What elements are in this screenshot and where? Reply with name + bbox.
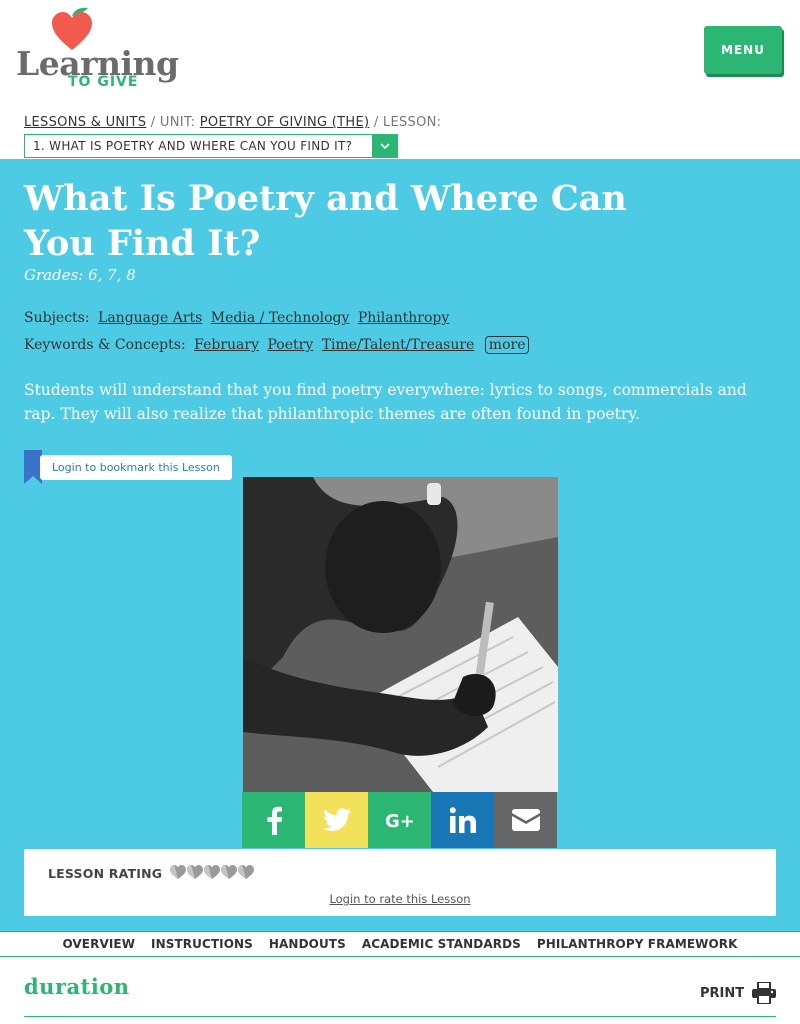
page-title: What Is Poetry and Where Can You Find It…: [24, 178, 627, 264]
subjects-row: Subjects: Language Arts Media / Technolo…: [24, 310, 449, 326]
subject-link-media-technology[interactable]: Media / Technology: [211, 310, 350, 326]
svg-text:G+: G+: [385, 811, 415, 830]
lesson-rating-label: LESSON RATING: [48, 866, 163, 881]
heart-icon: [187, 865, 203, 879]
breadcrumb-separator: / UNIT:: [146, 115, 200, 130]
keyword-link-february[interactable]: February: [194, 337, 259, 353]
heart-icon: [221, 865, 237, 879]
google-plus-icon: G+: [385, 811, 415, 830]
more-keywords-button[interactable]: more: [484, 336, 530, 354]
twitter-icon: [322, 808, 351, 831]
breadcrumb-unit-link[interactable]: POETRY OF GIVING (THE): [200, 115, 370, 130]
site-logo[interactable]: Learning TO GIVE: [14, 6, 179, 90]
section-divider: [24, 1016, 776, 1017]
subject-link-philanthropy[interactable]: Philanthropy: [358, 310, 449, 326]
heart-icon: [204, 865, 220, 879]
logo-tagline: TO GIVE: [68, 74, 139, 90]
breadcrumb-lessons-units-link[interactable]: LESSONS & UNITS: [24, 115, 146, 130]
bookmark-label: Login to bookmark this Lesson: [40, 454, 232, 480]
facebook-icon: [267, 806, 282, 835]
keyword-link-poetry[interactable]: Poetry: [267, 337, 313, 353]
linkedin-share-button[interactable]: [431, 792, 494, 848]
tab-overview[interactable]: OVERVIEW: [62, 937, 135, 951]
keyword-link-time-talent-treasure[interactable]: Time/Talent/Treasure: [322, 337, 475, 353]
student-writing-image: [243, 477, 558, 792]
facebook-share-button[interactable]: [242, 792, 305, 848]
print-label: PRINT: [700, 985, 745, 1001]
keywords-label: Keywords & Concepts:: [24, 337, 186, 353]
keywords-row: Keywords & Concepts: February Poetry Tim…: [24, 336, 530, 354]
subjects-label: Subjects:: [24, 310, 90, 326]
tab-academic-standards[interactable]: ACADEMIC STANDARDS: [362, 937, 521, 951]
tab-philanthropy-framework[interactable]: PHILANTHROPY FRAMEWORK: [537, 937, 738, 951]
rating-hearts: [170, 865, 254, 880]
lesson-rating-box: LESSON RATING Login to rate this Lesson: [24, 849, 776, 916]
lesson-select-dropdown[interactable]: 1. WHAT IS POETRY AND WHERE CAN YOU FIND…: [24, 133, 398, 158]
lesson-summary: Students will understand that you find p…: [24, 381, 747, 423]
menu-button[interactable]: MENU: [704, 26, 782, 74]
linkedin-icon: [449, 807, 476, 833]
grades-text: Grades: 6, 7, 8: [24, 266, 136, 284]
heart-icon: [170, 865, 186, 879]
print-button[interactable]: PRINT: [700, 982, 777, 1004]
lesson-tabs: OVERVIEW INSTRUCTIONS HANDOUTS ACADEMIC …: [0, 931, 800, 957]
site-header: Learning TO GIVE MENU LESSONS & UNITS / …: [0, 0, 800, 159]
lesson-select-value: 1. WHAT IS POETRY AND WHERE CAN YOU FIND…: [33, 139, 353, 153]
subject-link-language-arts[interactable]: Language Arts: [98, 310, 202, 326]
bookmark-button[interactable]: Login to bookmark this Lesson: [24, 450, 232, 484]
heart-icon: [238, 865, 254, 879]
login-to-rate-link[interactable]: Login to rate this Lesson: [24, 892, 776, 906]
breadcrumb: LESSONS & UNITS / UNIT: POETRY OF GIVING…: [24, 115, 441, 130]
section-heading-duration: duration: [24, 974, 130, 999]
breadcrumb-separator: / LESSON:: [369, 115, 442, 130]
email-share-button[interactable]: [494, 792, 557, 848]
share-bar: G+: [242, 792, 557, 848]
printer-icon: [752, 982, 777, 1004]
email-icon: [511, 809, 540, 831]
tab-instructions[interactable]: INSTRUCTIONS: [151, 937, 253, 951]
lesson-photo: [243, 477, 558, 792]
twitter-share-button[interactable]: [305, 792, 368, 848]
chevron-down-icon[interactable]: [372, 133, 398, 158]
tab-handouts[interactable]: HANDOUTS: [269, 937, 346, 951]
google-plus-share-button[interactable]: G+: [368, 792, 431, 848]
